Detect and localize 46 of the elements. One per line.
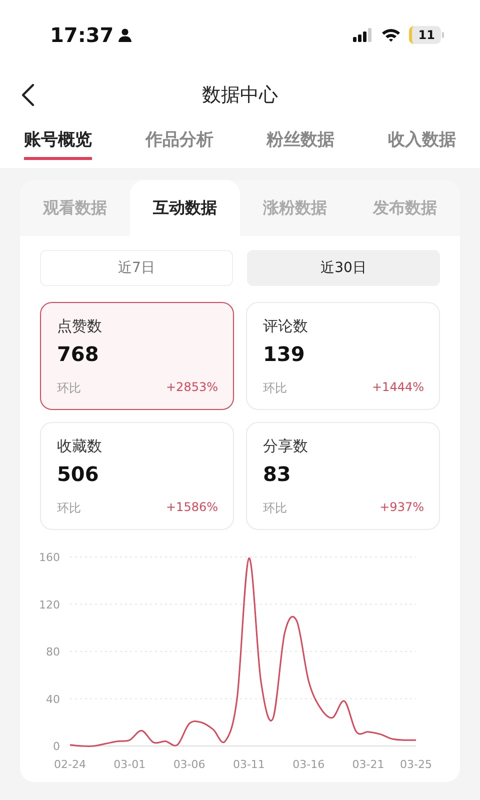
metric-value: 506	[57, 462, 100, 486]
x-tick-label: 03-21	[352, 758, 384, 771]
compare-label: 环比	[263, 380, 287, 397]
change-percent: +1444%	[372, 380, 424, 396]
compare-label: 环比	[57, 500, 81, 517]
change-percent: +937%	[380, 500, 424, 516]
change-percent: +2853%	[166, 380, 218, 396]
back-icon[interactable]	[20, 83, 36, 107]
metric-value: 139	[263, 342, 306, 366]
tab[interactable]: 粉丝数据	[266, 128, 335, 160]
metric-card[interactable]: 评论数 139 环比 +1444%	[246, 302, 440, 410]
range-button[interactable]: 近7日	[40, 250, 233, 286]
metric-name: 点赞数	[57, 317, 103, 336]
x-tick-label: 03-11	[232, 758, 265, 771]
metric-name: 评论数	[263, 317, 309, 336]
signal-icon	[353, 28, 374, 42]
compare-label: 环比	[57, 380, 81, 397]
x-tick-label: 03-06	[173, 758, 206, 771]
metric-card[interactable]: 收藏数 506 环比 +1586%	[40, 422, 234, 530]
tab[interactable]: 账号概览	[24, 128, 92, 160]
y-tick-label: 40	[46, 692, 60, 706]
metric-value: 768	[57, 342, 100, 366]
change-percent: +1586%	[166, 500, 218, 516]
x-tick-label: 03-16	[292, 758, 325, 771]
metric-name: 分享数	[263, 437, 309, 456]
y-tick-label: 120	[39, 598, 60, 612]
status-time: 17:37	[50, 23, 114, 47]
wifi-icon	[381, 28, 402, 42]
person-icon	[118, 28, 132, 42]
x-tick-label: 03-01	[114, 758, 146, 771]
metric-card[interactable]: 点赞数 768 环比 +2853%	[40, 302, 234, 410]
range-button[interactable]: 近30日	[247, 250, 440, 286]
x-tick-label: 02-24	[54, 758, 86, 771]
metric-name: 收藏数	[57, 437, 103, 456]
y-tick-label: 0	[53, 740, 60, 753]
battery-icon: 11	[409, 26, 444, 44]
tab[interactable]: 作品分析	[145, 128, 214, 160]
sub-tab[interactable]: 互动数据	[130, 180, 240, 236]
metric-card[interactable]: 分享数 83 环比 +937%	[246, 422, 440, 530]
y-tick-label: 80	[46, 646, 60, 658]
page-title: 数据中心	[202, 83, 278, 108]
tab[interactable]: 收入数据	[388, 128, 456, 160]
metric-value: 83	[263, 462, 292, 486]
compare-label: 环比	[263, 500, 287, 517]
y-tick-label: 160	[39, 551, 60, 564]
x-tick-label: 03-25	[400, 758, 432, 771]
